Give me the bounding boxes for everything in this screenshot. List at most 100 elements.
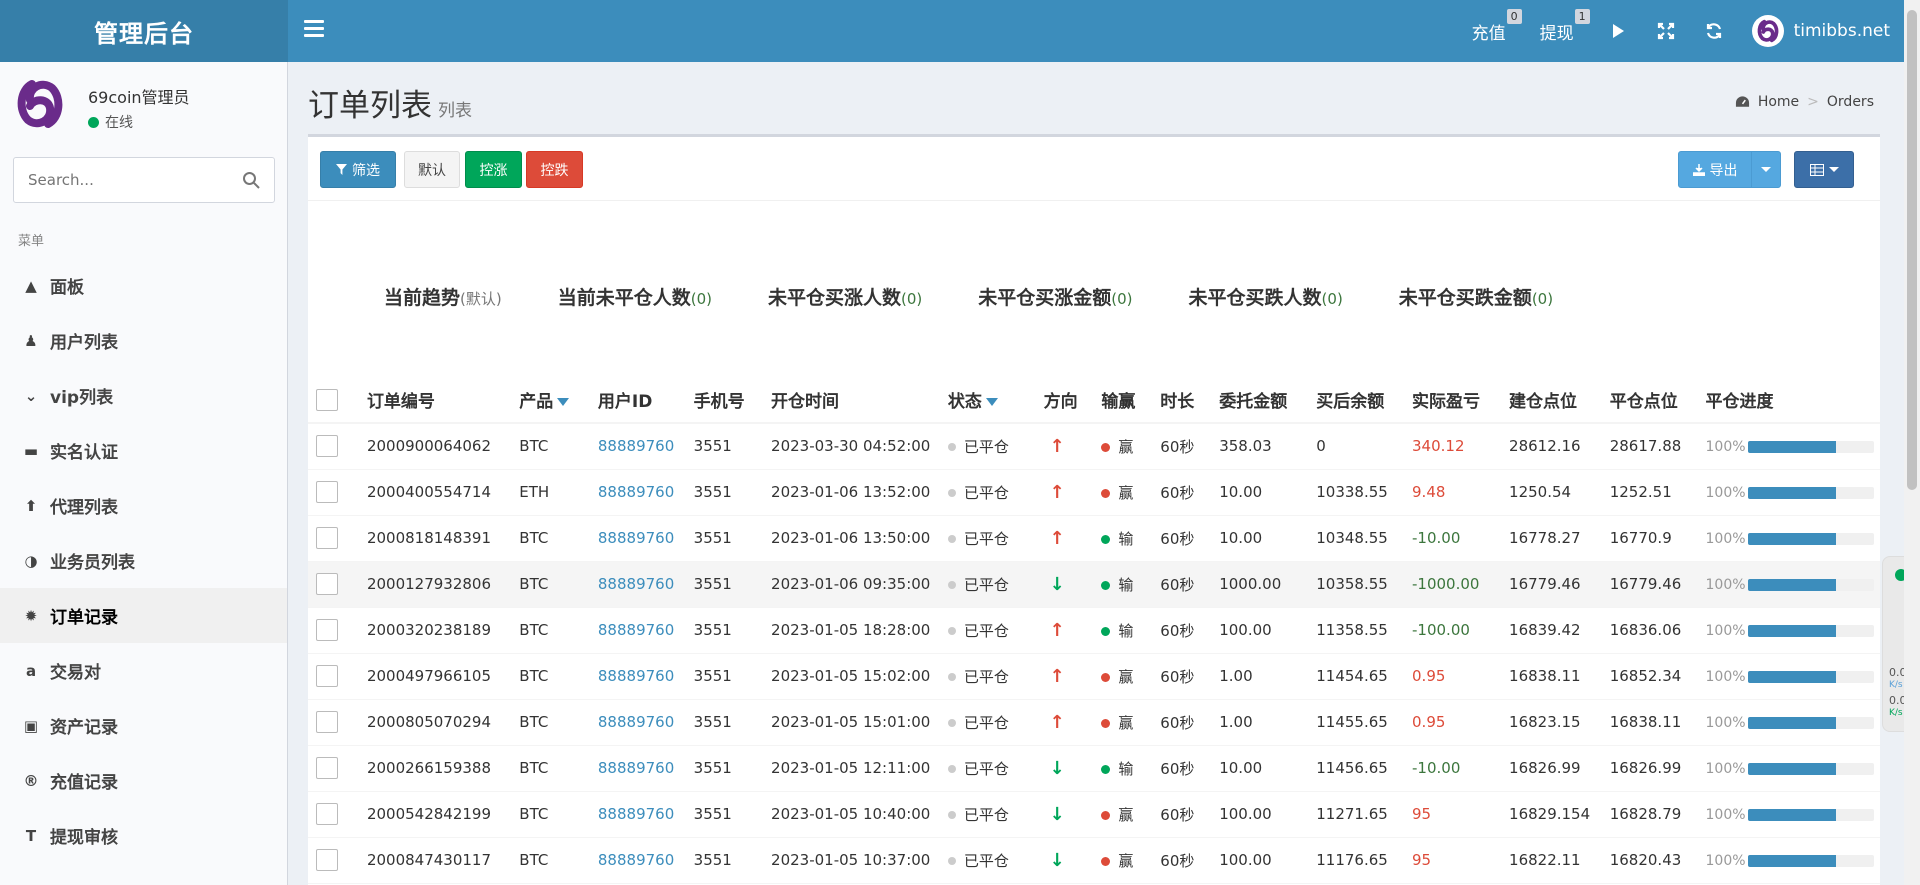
filter-button[interactable]: 筛选 <box>320 151 396 188</box>
play-icon[interactable] <box>1608 21 1628 41</box>
status-text: 已平仓 <box>963 759 1009 778</box>
amount: 100.00 <box>1219 621 1272 639</box>
sidebar-item-2[interactable]: ⌄ vip列表 <box>0 368 287 423</box>
user-id-link[interactable]: 88889760 <box>598 713 674 731</box>
column-header[interactable]: 平仓点位 <box>1609 377 1706 424</box>
amount: 10.00 <box>1219 759 1263 777</box>
sidebar-item-9[interactable]: ® 充值记录 <box>0 753 287 808</box>
result-cell: 赢 <box>1101 806 1133 824</box>
table-row[interactable]: 2000127932806 BTC 88889760 3551 2023-01-06 0… <box>308 561 1880 608</box>
user-id-link[interactable]: 88889760 <box>598 621 674 639</box>
recharge-link[interactable]: 充值 0 <box>1472 8 1522 44</box>
refresh-icon[interactable] <box>1704 21 1724 41</box>
column-header[interactable]: 开仓时间 <box>771 377 948 424</box>
column-header[interactable]: 建仓点位 <box>1509 377 1610 424</box>
row-checkbox[interactable] <box>316 527 338 549</box>
sidebar-item-1[interactable]: ♟ 用户列表 <box>0 313 287 368</box>
fullscreen-icon[interactable] <box>1656 21 1676 41</box>
withdraw-label: 提现 <box>1539 23 1574 44</box>
column-header[interactable]: 委托金额 <box>1219 377 1317 424</box>
pnl: 340.12 <box>1412 437 1465 456</box>
sidebar-item-0[interactable]: ▲ 面板 <box>0 258 287 313</box>
user-id-link[interactable]: 88889760 <box>598 759 674 777</box>
row-checkbox[interactable] <box>316 711 338 733</box>
columns-toggle-button[interactable] <box>1794 151 1854 188</box>
result-text: 赢 <box>1118 483 1134 502</box>
result-text: 赢 <box>1118 437 1134 456</box>
user-id-link[interactable]: 88889760 <box>598 483 674 501</box>
column-header[interactable]: 方向 <box>1043 377 1102 424</box>
column-header[interactable]: 输赢 <box>1101 377 1161 424</box>
sidebar-item-8[interactable]: ▣ 资产记录 <box>0 698 287 753</box>
control-up-button[interactable]: 控涨 <box>465 151 522 188</box>
sidebar-item-6[interactable]: ✹ 订单记录 <box>0 588 287 643</box>
column-header[interactable]: 实际盈亏 <box>1412 377 1510 424</box>
user-id-link[interactable]: 88889760 <box>598 667 674 685</box>
column-header-label: 时长 <box>1160 392 1195 412</box>
user-id-link[interactable]: 88889760 <box>598 575 674 593</box>
withdraw-link[interactable]: 提现 1 <box>1539 8 1590 44</box>
table-row[interactable]: 2000805070294 BTC 88889760 3551 2023-01-05 1… <box>308 699 1880 746</box>
table-row[interactable]: 2000542842199 BTC 88889760 3551 2023-01-05 1… <box>308 791 1880 838</box>
column-header[interactable]: 订单编号 <box>366 377 520 424</box>
brand-logo[interactable]: 管理后台 <box>0 0 288 62</box>
result-cell: 输 <box>1101 576 1133 594</box>
sidebar-item-10[interactable]: T 提现审核 <box>0 808 287 863</box>
search-input[interactable] <box>14 158 224 202</box>
logo-avatar <box>17 80 63 128</box>
sidebar-toggle-icon[interactable] <box>304 20 324 42</box>
table-row[interactable]: 2000266159388 BTC 88889760 3551 2023-01-05 1… <box>308 745 1880 792</box>
user-id-link[interactable]: 88889760 <box>598 529 674 547</box>
row-checkbox[interactable] <box>316 619 338 641</box>
scrollbar-thumb[interactable] <box>1907 10 1917 490</box>
select-all-checkbox[interactable] <box>316 388 338 411</box>
column-filter-icon[interactable] <box>557 398 570 406</box>
column-header[interactable]: 平仓进度 <box>1705 377 1880 424</box>
user-id-link[interactable]: 88889760 <box>598 805 674 823</box>
table-row[interactable]: 2000320238189 BTC 88889760 3551 2023-01-05 1… <box>308 607 1880 654</box>
page-scrollbar[interactable] <box>1904 0 1920 885</box>
table-row[interactable]: 2000818148391 BTC 88889760 3551 2023-01-06 1… <box>308 515 1880 562</box>
export-button[interactable]: 导出 <box>1678 151 1752 188</box>
breadcrumb-home[interactable]: Home <box>1758 94 1799 110</box>
row-checkbox[interactable] <box>316 849 338 871</box>
amazon-icon: a <box>25 661 37 680</box>
sidebar-item-7[interactable]: a 交易对 <box>0 643 287 698</box>
column-header[interactable]: 手机号 <box>693 377 772 424</box>
user-menu[interactable]: timibbs.net <box>1751 15 1890 47</box>
control-down-button[interactable]: 控跌 <box>526 151 583 188</box>
table-row[interactable]: 2000497966105 BTC 88889760 3551 2023-01-05 1… <box>308 653 1880 700</box>
order-id: 2000818148391 <box>366 529 492 547</box>
table-row[interactable]: 2000847430117 BTC 88889760 3551 2023-01-05 1… <box>308 837 1880 884</box>
user-id-link[interactable]: 88889760 <box>598 851 674 869</box>
row-checkbox[interactable] <box>316 665 338 687</box>
close-price: 16852.34 <box>1609 667 1682 685</box>
duration: 60秒 <box>1160 713 1195 732</box>
table-row[interactable]: 2000400554714 ETH 88889760 3551 2023-01-06 1… <box>308 469 1880 516</box>
row-checkbox[interactable] <box>316 803 338 825</box>
sidebar-item-5[interactable]: ◑ 业务员列表 <box>0 533 287 588</box>
user-id-link[interactable]: 88889760 <box>598 437 674 455</box>
table-row[interactable]: 2000900064062 BTC 88889760 3551 2023-03-30 0… <box>308 423 1880 470</box>
column-header[interactable]: 产品 <box>519 377 598 424</box>
sidebar-item-3[interactable]: ▬ 实名认证 <box>0 423 287 478</box>
sidebar-item-label: 面板 <box>50 278 84 298</box>
row-checkbox[interactable] <box>316 481 338 503</box>
row-checkbox[interactable] <box>316 573 338 595</box>
column-filter-icon[interactable] <box>985 398 998 406</box>
column-header[interactable]: 状态 <box>947 377 1044 424</box>
sidebar-item-4[interactable]: ⬆ 代理列表 <box>0 478 287 533</box>
default-trend-button[interactable]: 默认 <box>404 151 460 188</box>
column-header[interactable]: 买后余额 <box>1316 377 1413 424</box>
column-header[interactable]: 时长 <box>1160 377 1220 424</box>
filter-label: 筛选 <box>352 162 380 179</box>
arrow-down-icon: ↓ <box>1049 573 1065 595</box>
gear-icon: ✹ <box>24 606 38 625</box>
row-checkbox[interactable] <box>316 435 338 458</box>
product: BTC <box>519 667 549 685</box>
export-dropdown-button[interactable] <box>1751 151 1781 188</box>
search-icon[interactable] <box>242 171 260 189</box>
duration: 60秒 <box>1160 667 1195 686</box>
row-checkbox[interactable] <box>316 757 338 779</box>
column-header[interactable]: 用户ID <box>597 377 694 424</box>
